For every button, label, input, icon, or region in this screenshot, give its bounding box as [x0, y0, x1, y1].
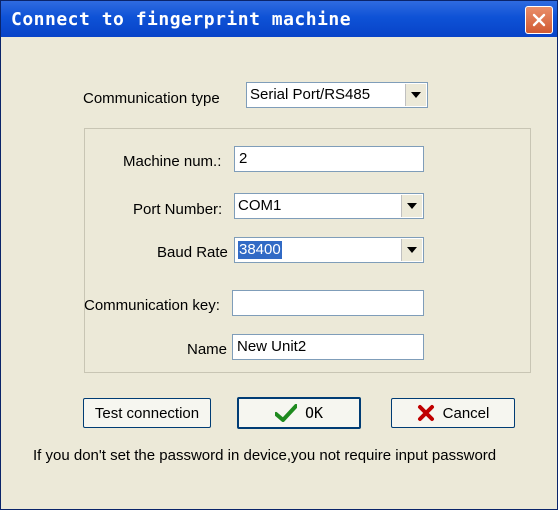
baud-rate-select[interactable]: 38400 [234, 237, 424, 263]
checkmark-icon [274, 404, 297, 422]
ok-label: OK [304, 404, 324, 422]
dialog-title: Connect to fingerprint machine [11, 9, 352, 30]
dropdown-arrow-icon [407, 247, 417, 253]
communication-type-dropdown-button[interactable] [405, 84, 426, 106]
baud-rate-label: Baud Rate [157, 244, 228, 261]
dropdown-arrow-icon [411, 92, 421, 98]
test-connection-label: Test connection [94, 404, 200, 422]
ok-button[interactable]: OK [237, 397, 361, 429]
cancel-button[interactable]: Cancel [391, 398, 515, 428]
machine-num-label: Machine num.: [123, 153, 222, 170]
title-bar[interactable]: Connect to fingerprint machine [1, 1, 557, 37]
dialog-window: Connect to fingerprint machine Communica… [0, 0, 558, 510]
machine-num-input[interactable]: 2 [234, 146, 424, 172]
dropdown-arrow-icon [407, 203, 417, 209]
close-icon [532, 13, 546, 27]
port-number-dropdown-button[interactable] [401, 195, 422, 217]
baud-rate-dropdown-button[interactable] [401, 239, 422, 261]
communication-key-label: Communication key: [84, 297, 220, 314]
name-input[interactable]: New Unit2 [232, 334, 424, 360]
password-note: If you don't set the password in device,… [33, 447, 497, 464]
port-number-value: COM1 [238, 197, 282, 214]
port-number-label: Port Number: [133, 201, 223, 218]
cancel-label: Cancel [442, 404, 490, 422]
communication-type-value: Serial Port/RS485 [250, 86, 371, 103]
x-icon [417, 405, 434, 421]
communication-type-select[interactable]: Serial Port/RS485 [246, 82, 428, 108]
test-connection-button[interactable]: Test connection [83, 398, 211, 428]
close-button[interactable] [525, 6, 553, 34]
port-number-select[interactable]: COM1 [234, 193, 424, 219]
communication-type-label: Communication type [83, 90, 220, 107]
communication-key-input[interactable] [232, 290, 424, 316]
baud-rate-value: 38400 [238, 241, 282, 259]
name-label: Name [187, 341, 228, 358]
